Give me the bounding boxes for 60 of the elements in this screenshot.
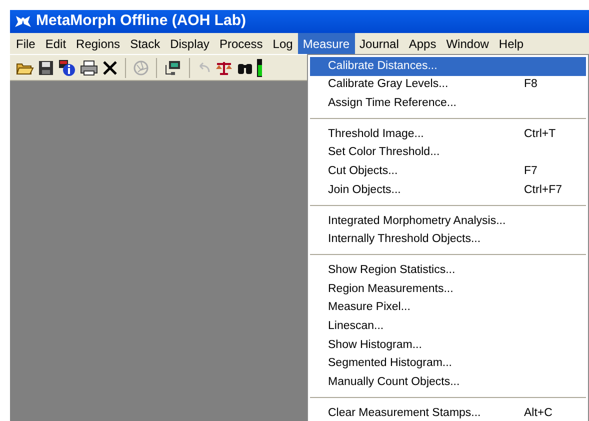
menu-entry-label: Integrated Morphometry Analysis...	[328, 214, 507, 229]
menu-item[interactable]: Apps	[404, 33, 442, 54]
menu-item[interactable]: Journal	[354, 33, 404, 54]
menu-entry[interactable]: Set Color Threshold...	[310, 144, 586, 162]
menu-entry[interactable]: Segmented Histogram...	[310, 354, 586, 374]
menu-entry[interactable]: Cut Objects... F7	[310, 162, 586, 182]
menu-item[interactable]: File	[11, 33, 40, 54]
menu-item[interactable]: Stack	[125, 33, 166, 54]
menu-entry[interactable]: Show Histogram...	[310, 336, 586, 355]
menu-entry[interactable]: Assign Time Reference...	[310, 94, 586, 114]
menu-item[interactable]: Display	[165, 33, 214, 54]
level-meter-icon[interactable]	[257, 58, 262, 76]
menu-entry-label: Region Measurements...	[328, 282, 454, 297]
menu-entry[interactable]: Manually Count Objects...	[310, 373, 586, 392]
menu-item[interactable]: Regions	[71, 33, 126, 54]
window-title: MetaMorph Offline (AOH Lab)	[36, 11, 246, 32]
menu-item[interactable]: Edit	[40, 33, 72, 54]
menu-entry[interactable]: Measure Pixel...	[310, 298, 586, 318]
menu-entry-label: Segmented Histogram...	[328, 356, 454, 372]
menu-entry-label: Calibrate Gray Levels...	[328, 77, 450, 92]
shortcut-label: F8	[524, 77, 538, 92]
menu-entry-label: Show Region Statistics...	[328, 262, 456, 278]
menu-entry-label: Join Objects...	[328, 182, 402, 198]
menu-entry-label: Threshold Image...	[328, 126, 425, 142]
menu-entry[interactable]: Clear Measurement Stamps... Alt+C	[310, 404, 586, 421]
menu-item[interactable]: Help	[494, 33, 529, 54]
menu-item[interactable]: Measure	[298, 33, 355, 54]
shortcut-label: F7	[524, 164, 538, 180]
scales-icon[interactable]	[215, 60, 233, 74]
save-icon[interactable]	[38, 60, 54, 76]
menu-item[interactable]: Window	[441, 33, 494, 54]
shortcut-label: Ctrl+T	[524, 126, 557, 142]
menu-entry-label: Calibrate Distances...	[328, 58, 438, 74]
close-icon[interactable]	[102, 60, 118, 76]
shortcut-label: Ctrl+F7	[524, 182, 564, 198]
menu-item[interactable]: Process	[214, 33, 268, 54]
menu-entry-label: Manually Count Objects...	[328, 375, 461, 390]
monitor-icon[interactable]	[164, 58, 182, 76]
menu-entry[interactable]: Join Objects... Ctrl+F7	[310, 181, 586, 200]
menu-entry-label: Internally Threshold Objects...	[328, 232, 482, 248]
menu-entry-label: Set Color Threshold...	[328, 145, 441, 160]
shortcut-label: Alt+C	[524, 406, 554, 421]
menu-entry[interactable]: Calibrate Distances...	[310, 57, 586, 76]
menu-entry[interactable]: Integrated Morphometry Analysis...	[310, 212, 586, 230]
print-icon[interactable]	[80, 60, 98, 76]
menu-entry-label: Measure Pixel...	[328, 300, 412, 316]
menu-entry[interactable]: Region Measurements...	[310, 280, 586, 299]
menu-entry[interactable]: Show Region Statistics...	[310, 261, 586, 280]
menu-entry-label: Cut Objects...	[328, 164, 399, 180]
menu-entry[interactable]: Linescan...	[310, 317, 586, 336]
menu-entry-label: Assign Time Reference...	[328, 96, 458, 112]
menu-entry-label: Clear Measurement Stamps...	[328, 406, 482, 421]
menu-entry-label: Show Histogram...	[328, 338, 423, 353]
menu-entry[interactable]: Calibrate Gray Levels... F8	[310, 76, 586, 94]
menu-item[interactable]: Log	[268, 33, 298, 54]
app-icon	[14, 14, 32, 28]
info-icon[interactable]	[58, 58, 76, 76]
menu-entry[interactable]: Threshold Image... Ctrl+T	[310, 125, 586, 144]
menu-entry[interactable]: Internally Threshold Objects...	[310, 230, 586, 250]
menu-entry-label: Linescan...	[328, 318, 385, 334]
